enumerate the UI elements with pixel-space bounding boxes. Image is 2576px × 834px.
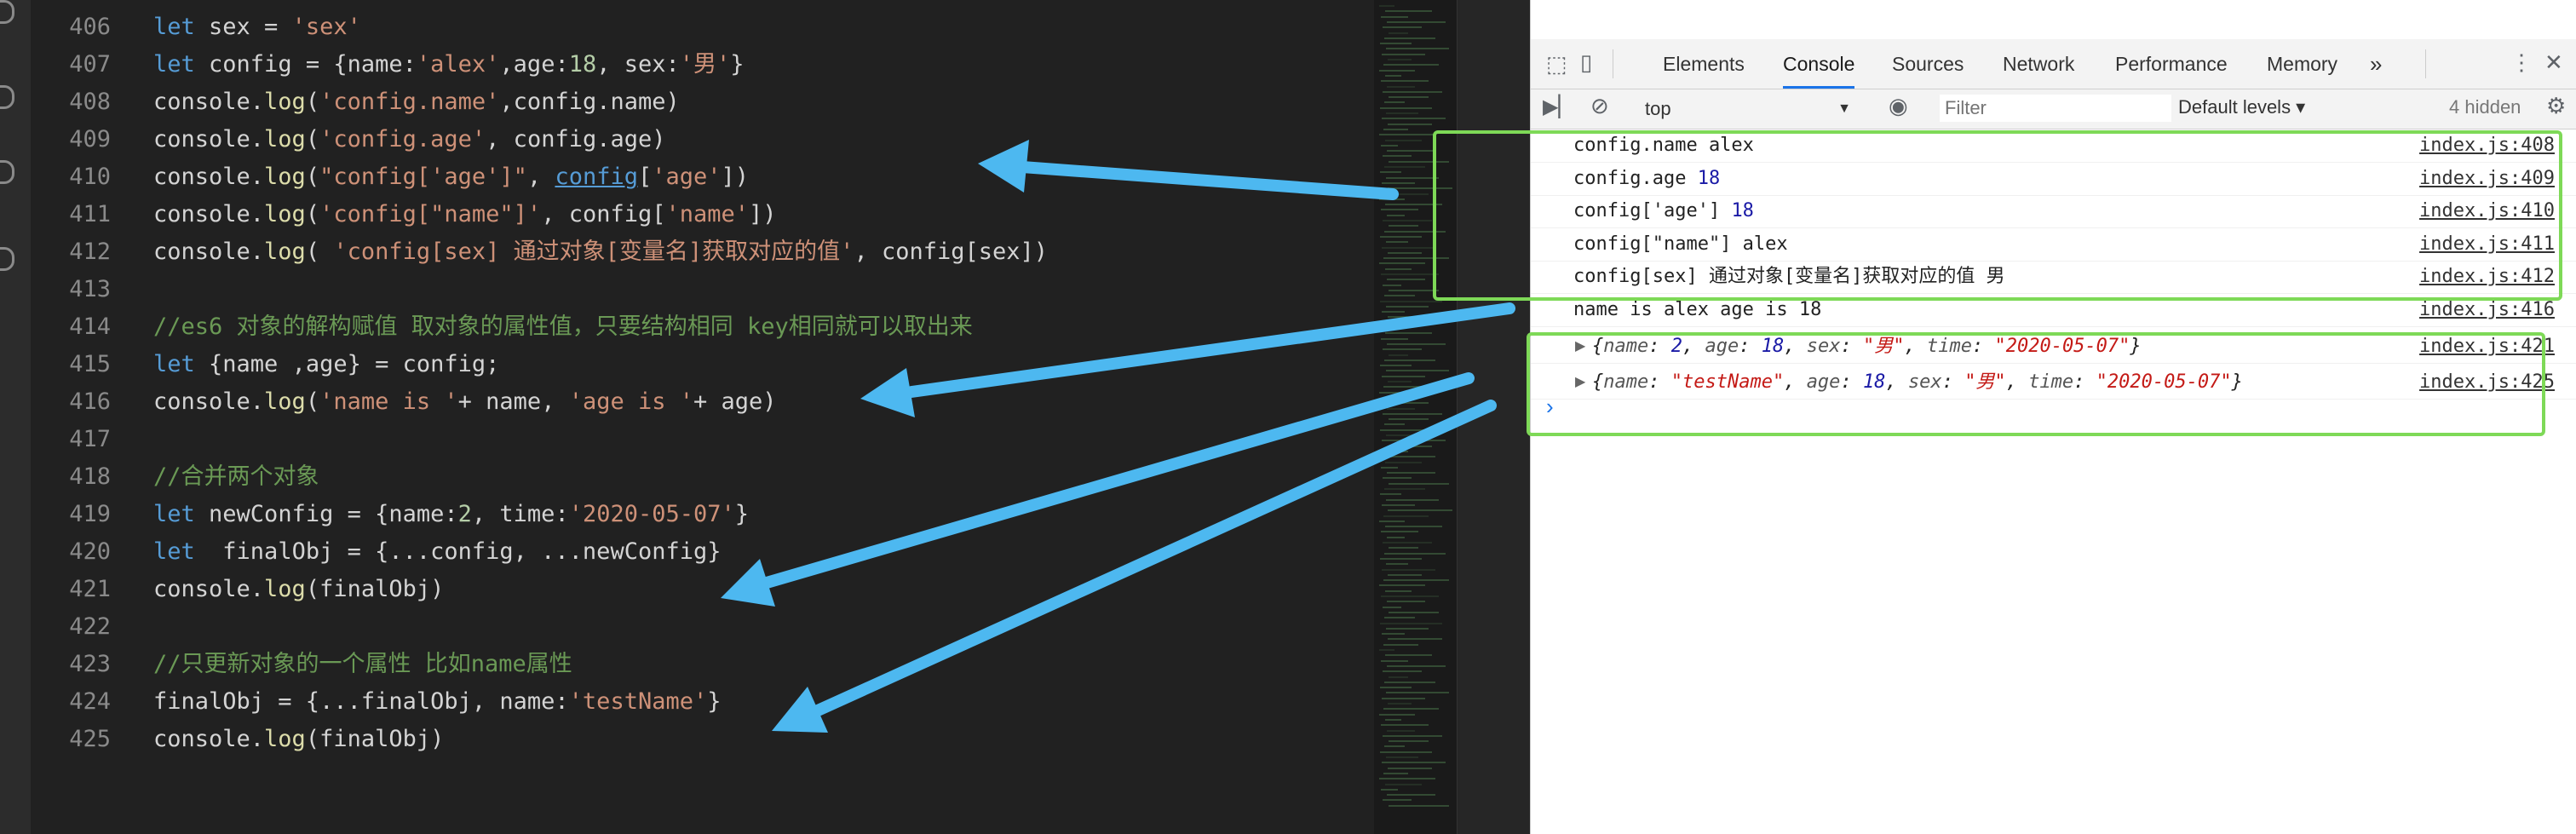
arrow-to-line-410 bbox=[1016, 161, 1399, 200]
arrow-head bbox=[721, 559, 775, 607]
arrow-to-line-421 bbox=[761, 372, 1475, 589]
arrow-to-line-424 bbox=[812, 400, 1497, 716]
arrow-to-line-416 bbox=[906, 302, 1515, 398]
annotation-arrows bbox=[721, 140, 1515, 733]
arrow-head bbox=[978, 140, 1029, 193]
arrow-head bbox=[860, 368, 915, 417]
